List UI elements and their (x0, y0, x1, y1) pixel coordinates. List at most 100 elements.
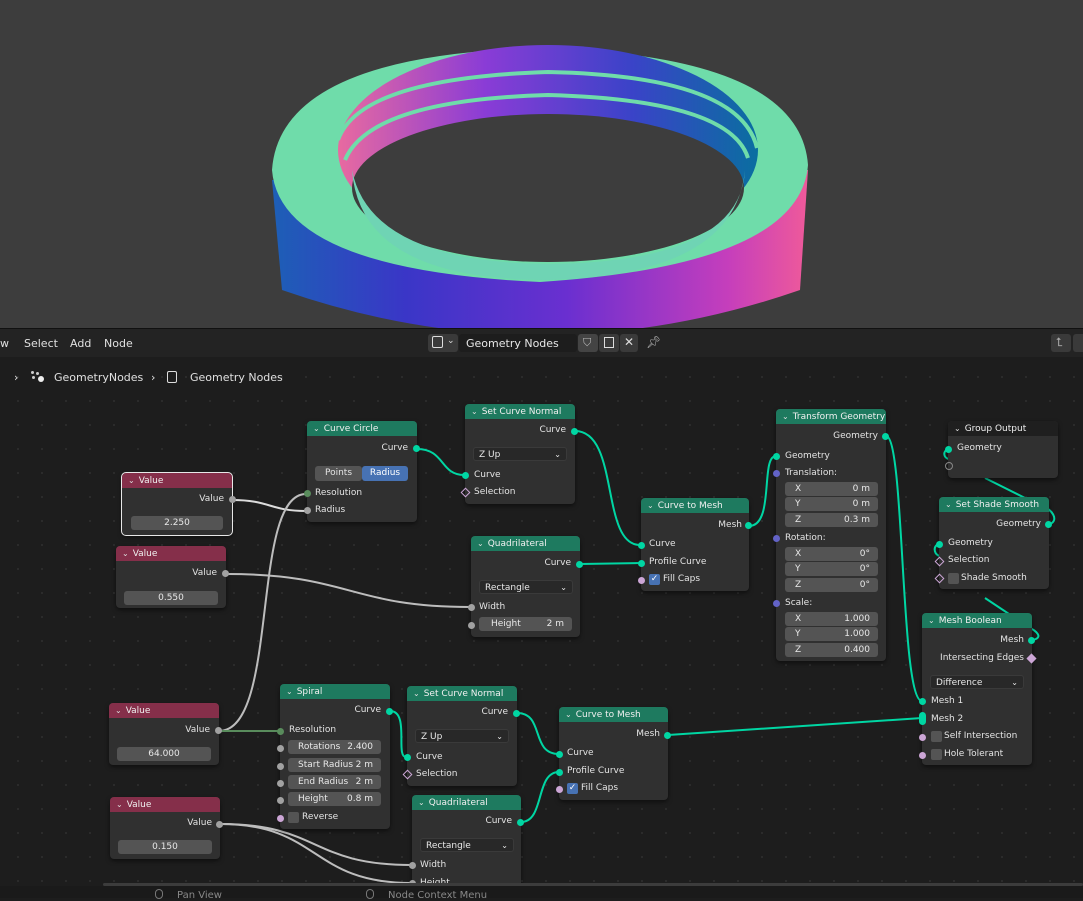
mesh1-socket[interactable] (919, 698, 926, 705)
curve-socket[interactable] (556, 751, 563, 758)
node-curve-to-mesh-1[interactable]: ⌄ Curve to Mesh Mesh Curve Profile Curve … (638, 498, 752, 591)
fill-caps-checkbox[interactable]: ✓ (567, 783, 578, 794)
collapse-chevron-icon[interactable]: ⌄ (782, 409, 789, 424)
output-socket[interactable] (386, 708, 393, 715)
translation-socket[interactable] (773, 470, 780, 477)
collapse-chevron-icon[interactable]: ⌄ (122, 546, 129, 561)
rotations-field[interactable]: Rotations 2.400 (288, 740, 381, 754)
self-intersection-socket[interactable] (919, 734, 926, 741)
node-tree-name-field[interactable]: Geometry Nodes (459, 334, 577, 352)
geometry-socket[interactable] (936, 541, 943, 548)
reverse-checkbox[interactable] (288, 812, 299, 823)
profile-curve-socket[interactable] (556, 769, 563, 776)
node-set-curve-normal-1[interactable]: ⌄ Set Curve Normal Curve Z Up ⌄ Curve Sele… (460, 404, 578, 504)
fill-caps-checkbox[interactable]: ✓ (649, 574, 660, 585)
node-spiral[interactable]: ⌄ Spiral Curve Resolution Rotations 2.400 … (277, 684, 393, 829)
collapse-chevron-icon[interactable]: ⌄ (647, 498, 654, 513)
mode-points-button[interactable]: Points (315, 466, 362, 481)
height-socket[interactable] (277, 797, 284, 804)
node-value-2[interactable]: ⌄ Value Value 0.550 (116, 546, 229, 608)
rotation-socket[interactable] (773, 535, 780, 542)
output-socket[interactable] (576, 561, 583, 568)
collapse-chevron-icon[interactable]: ⌄ (945, 497, 952, 512)
scale-x-field[interactable]: X 1.000 (785, 612, 878, 626)
scale-z-field[interactable]: Z 0.400 (785, 643, 878, 657)
menu-view[interactable]: w (0, 337, 9, 350)
translation-x-field[interactable]: X 0 m (785, 482, 878, 496)
node-curve-circle[interactable]: ⌄ Curve Circle Curve Points Radius Resolu… (304, 421, 420, 522)
height-field[interactable]: Height 2 m (479, 617, 572, 631)
translation-y-field[interactable]: Y 0 m (785, 497, 878, 511)
output-socket[interactable] (222, 570, 229, 577)
duplicate-button[interactable] (599, 334, 619, 352)
collapse-chevron-icon[interactable]: ⌄ (471, 404, 478, 419)
parent-node-tree-button[interactable]: ⮤ (1051, 334, 1071, 352)
output-socket[interactable] (745, 522, 752, 529)
value-field[interactable]: 2.250 (131, 516, 223, 530)
value-field[interactable]: 0.150 (118, 840, 212, 854)
node-value-4[interactable]: ⌄ Value Value 0.150 (110, 797, 223, 859)
collapse-chevron-icon[interactable]: ⌄ (286, 684, 293, 699)
pin-icon[interactable]: 📌︎ (646, 335, 661, 349)
height-field[interactable]: Height 0.8 m (288, 792, 381, 806)
end-radius-field[interactable]: End Radius 2 m (288, 775, 381, 789)
quad-mode-dropdown[interactable]: Rectangle ⌄ (479, 580, 573, 594)
output-socket[interactable] (571, 428, 578, 435)
overlay-button[interactable] (1073, 334, 1083, 352)
geometry-socket[interactable] (945, 446, 952, 453)
node-quadrilateral-2[interactable]: ⌄Quadrilateral Curve Rectangle⌄ Width He… (409, 795, 524, 890)
normal-mode-dropdown[interactable]: Z Up ⌄ (415, 729, 509, 743)
mesh-output-socket[interactable] (1028, 637, 1035, 644)
output-socket[interactable] (215, 727, 222, 734)
output-socket[interactable] (664, 732, 671, 739)
collapse-chevron-icon[interactable]: ⌄ (413, 686, 420, 701)
output-socket[interactable] (229, 496, 236, 503)
fill-caps-socket[interactable] (638, 577, 645, 584)
node-quadrilateral-1[interactable]: ⌄ Quadrilateral Curve Rectangle ⌄ Width He… (468, 536, 583, 637)
hole-tolerant-checkbox[interactable] (931, 749, 942, 760)
start-radius-field[interactable]: Start Radius 2 m (288, 758, 381, 772)
menu-node[interactable]: Node (104, 337, 133, 350)
quad-mode-dropdown[interactable]: Rectangle ⌄ (420, 838, 514, 852)
menu-select[interactable]: Select (24, 337, 58, 350)
empty-socket[interactable] (945, 462, 953, 470)
rotation-z-field[interactable]: Z 0° (785, 578, 878, 592)
output-socket[interactable] (882, 433, 889, 440)
node-transform-geometry[interactable]: ⌄ Transform Geometry Geometry Geometry Tr… (773, 409, 889, 661)
width-socket[interactable] (468, 604, 475, 611)
collapse-chevron-icon[interactable]: ⌄ (128, 473, 135, 488)
output-socket[interactable] (413, 445, 420, 452)
curve-socket[interactable] (404, 754, 411, 761)
radius-socket[interactable] (304, 507, 311, 514)
menu-add[interactable]: Add (70, 337, 91, 350)
collapse-chevron-icon[interactable]: ⌄ (313, 421, 320, 436)
node-group-output[interactable]: ⌄ Group Output Geometry (945, 421, 1058, 478)
collapse-chevron-icon[interactable]: ⌄ (115, 703, 122, 718)
collapse-chevron-icon[interactable]: ⌄ (565, 707, 572, 722)
curve-socket[interactable] (638, 542, 645, 549)
node-set-curve-normal-2[interactable]: ⌄ Set Curve Normal Curve Z Up ⌄ Curve Sele… (402, 686, 520, 786)
collapse-chevron-icon[interactable]: ⌄ (116, 797, 123, 812)
fill-caps-socket[interactable] (556, 786, 563, 793)
output-socket[interactable] (216, 821, 223, 828)
resolution-socket[interactable] (304, 490, 311, 497)
unlink-button[interactable]: ✕ (620, 334, 638, 352)
scale-socket[interactable] (773, 600, 780, 607)
hole-tolerant-socket[interactable] (919, 752, 926, 759)
width-socket[interactable] (409, 862, 416, 869)
rotations-socket[interactable] (277, 745, 284, 752)
collapse-chevron-icon[interactable]: ⌄ (954, 421, 961, 436)
value-field[interactable]: 64.000 (117, 747, 211, 761)
normal-mode-dropdown[interactable]: Z Up ⌄ (473, 447, 567, 461)
node-value-1[interactable]: ⌄ Value Value 2.250 (121, 472, 236, 536)
geometry-socket[interactable] (773, 453, 780, 460)
value-field[interactable]: 0.550 (124, 591, 218, 605)
curve-socket[interactable] (462, 472, 469, 479)
collapse-chevron-icon[interactable]: ⌄ (477, 536, 484, 551)
scale-y-field[interactable]: Y 1.000 (785, 627, 878, 641)
translation-z-field[interactable]: Z 0.3 m (785, 513, 878, 527)
mesh2-multi-socket[interactable] (919, 712, 926, 725)
height-socket[interactable] (468, 622, 475, 629)
node-curve-to-mesh-2[interactable]: ⌄ Curve to Mesh Mesh Curve Profile Curve … (556, 707, 671, 800)
resolution-socket[interactable] (277, 728, 284, 735)
